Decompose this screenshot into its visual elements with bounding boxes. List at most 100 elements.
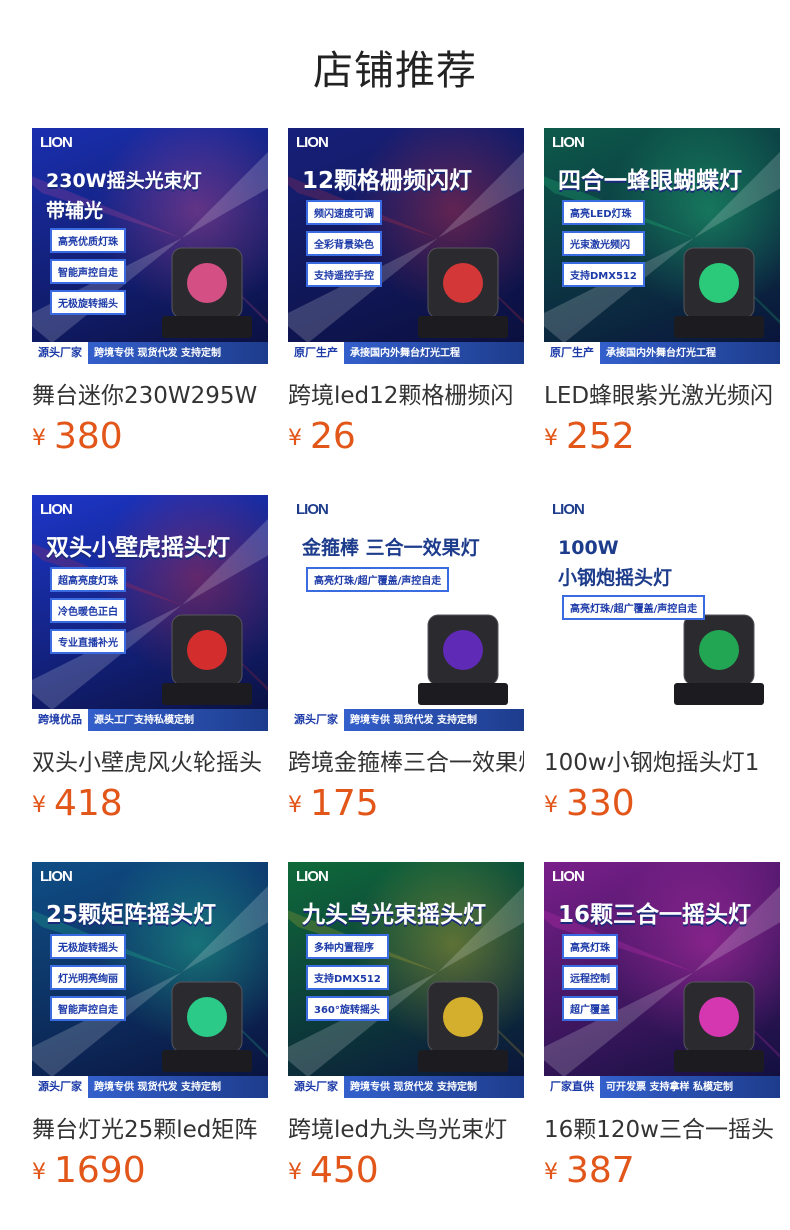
product-card[interactable]: LION 九头鸟光束摇头灯多种内置程序 支持DMX512 360°旋转摇头源头厂家 跨境…	[288, 862, 524, 1191]
footer-lead-badge: 原厂生产	[544, 342, 600, 364]
feature-tag: 无极旋转摇头	[50, 290, 126, 315]
brand-logo: LION	[296, 134, 329, 151]
footer-lead-badge: 厂家直供	[544, 1076, 600, 1098]
product-image[interactable]: LION 双头小壁虎摇头灯 超高亮度灯珠 冷色暖色正白 专业直播补光 跨境优品 源头工厂支持…	[32, 495, 268, 731]
feature-tags: 高亮灯珠/超广覆盖/声控自走	[562, 595, 706, 626]
product-name[interactable]: 跨境led12颗格栅频闪	[288, 376, 524, 410]
currency-symbol: ¥	[288, 793, 302, 818]
feature-tag: 高亮LED灯珠	[562, 200, 645, 225]
banner-line: 带辅光	[46, 200, 104, 222]
product-card[interactable]: LION 100W 小钢炮摇头灯 高亮灯珠/超广覆盖/声控自走 100w小钢炮摇头灯1 ¥…	[544, 495, 780, 824]
feature-tag: 多种内置程序	[306, 934, 389, 959]
product-image[interactable]: LION 12颗格栅频闪灯 频闪速度可调 全彩背景染色 支持遥控手控 原厂生产 承接国内外舞…	[288, 128, 524, 364]
fixture-lens	[699, 263, 739, 303]
image-footer-bar: 源头厂家 跨境专供 现货代发 支持定制	[288, 1076, 524, 1098]
feature-tag: 360°旋转摇头	[306, 996, 389, 1021]
product-card[interactable]: LION 16颗三合一摇头灯 高亮灯珠 远程控制 超广覆盖 厂家直供 可开发票 支持拿样 私…	[544, 862, 780, 1191]
brand-logo: LION	[552, 134, 585, 151]
product-price: ¥450	[288, 1150, 379, 1191]
product-card[interactable]: LION 25颗矩阵摇头灯 无极旋转摇头 灯光明亮绚丽 智能声控自走 源头厂家 跨境专供 现…	[32, 862, 268, 1191]
product-banner: 金箍棒 三合一效果灯	[302, 533, 480, 563]
feature-tag: 智能声控自走	[50, 996, 126, 1021]
banner-line: 16颗三合一摇头灯	[558, 902, 752, 928]
banner-line: 四合一蜂眼蝴蝶灯	[558, 168, 742, 194]
feature-tag: 高亮灯珠	[562, 934, 618, 959]
footer-text: 源头工厂支持私模定制	[94, 715, 194, 726]
product-price: ¥252	[544, 416, 635, 457]
feature-tag: 专业直播补光	[50, 629, 126, 654]
product-card[interactable]: LION 双头小壁虎摇头灯 超高亮度灯珠 冷色暖色正白 专业直播补光 跨境优品 源头工厂支持…	[32, 495, 268, 824]
currency-symbol: ¥	[288, 1160, 302, 1185]
product-price: ¥387	[544, 1150, 635, 1191]
page-title: 店铺推荐	[313, 48, 477, 94]
fixture-lens	[443, 997, 483, 1037]
feature-tags: 高亮灯珠/超广覆盖/声控自走	[306, 567, 450, 598]
currency-symbol: ¥	[288, 426, 302, 451]
fixture-lens	[699, 997, 739, 1037]
brand-logo: LION	[40, 134, 73, 151]
feature-tag: 支持遥控手控	[306, 262, 382, 287]
product-card[interactable]: LION 12颗格栅频闪灯 频闪速度可调 全彩背景染色 支持遥控手控 原厂生产 承接国内外舞…	[288, 128, 524, 457]
product-banner: 四合一蜂眼蝴蝶灯	[558, 166, 742, 196]
product-card[interactable]: LION 金箍棒 三合一效果灯 高亮灯珠/超广覆盖/声控自走 源头厂家 跨境专供 现货代…	[288, 495, 524, 824]
product-name[interactable]: 舞台灯光25颗led矩阵	[32, 1110, 268, 1144]
currency-symbol: ¥	[544, 1160, 558, 1185]
product-image[interactable]: LION 100W 小钢炮摇头灯 高亮灯珠/超广覆盖/声控自走	[544, 495, 780, 731]
product-name[interactable]: 舞台迷你230W295W	[32, 376, 268, 410]
fixture-lens	[187, 997, 227, 1037]
product-name[interactable]: 16颗120w三合一摇头	[544, 1110, 780, 1144]
brand-logo: LION	[296, 501, 329, 518]
currency-symbol: ¥	[32, 793, 46, 818]
feature-tag: 超广覆盖	[562, 996, 618, 1021]
feature-tag: 支持DMX512	[306, 965, 389, 990]
feature-tag: 支持DMX512	[562, 262, 645, 287]
product-card[interactable]: LION 230W摇头光束灯 带辅光 高亮优质灯珠 智能声控自走 无极旋转摇头 源头厂家 跨境…	[32, 128, 268, 457]
product-name[interactable]: 跨境led九头鸟光束灯	[288, 1110, 524, 1144]
feature-tag: 无极旋转摇头	[50, 934, 126, 959]
fixture-base	[162, 1050, 252, 1072]
footer-lead-badge: 源头厂家	[288, 709, 344, 731]
product-name[interactable]: LED蜂眼紫光激光频闪	[544, 376, 780, 410]
fixture-base	[418, 683, 508, 705]
currency-symbol: ¥	[32, 426, 46, 451]
feature-tag: 高亮优质灯珠	[50, 228, 126, 253]
product-image[interactable]: LION 230W摇头光束灯 带辅光 高亮优质灯珠 智能声控自走 无极旋转摇头 源头厂家 跨境…	[32, 128, 268, 364]
currency-symbol: ¥	[544, 793, 558, 818]
banner-line: 230W摇头光束灯	[46, 170, 202, 192]
image-footer-bar: 源头厂家 跨境专供 现货代发 支持定制	[32, 342, 268, 364]
product-image[interactable]: LION 四合一蜂眼蝴蝶灯 高亮LED灯珠 光束激光频闪 支持DMX512 原厂生产 承接国…	[544, 128, 780, 364]
product-name[interactable]: 双头小壁虎风火轮摇头	[32, 743, 268, 777]
footer-text: 跨境专供 现货代发 支持定制	[94, 348, 221, 359]
brand-logo: LION	[296, 868, 329, 885]
fixture-base	[162, 316, 252, 338]
fixture-lens	[187, 263, 227, 303]
price-value: 175	[310, 783, 379, 824]
brand-logo: LION	[40, 868, 73, 885]
fixture-lens	[443, 630, 483, 670]
product-banner: 九头鸟光束摇头灯	[302, 900, 486, 930]
product-image[interactable]: LION 16颗三合一摇头灯 高亮灯珠 远程控制 超广覆盖 厂家直供 可开发票 支持拿样 私…	[544, 862, 780, 1098]
fixture-base	[674, 1050, 764, 1072]
banner-line: 25颗矩阵摇头灯	[46, 902, 217, 928]
feature-tags: 高亮灯珠 远程控制 超广覆盖	[562, 934, 618, 1027]
product-banner: 双头小壁虎摇头灯	[46, 533, 230, 563]
fixture-lens	[699, 630, 739, 670]
footer-lead-badge: 跨境优品	[32, 709, 88, 731]
image-footer-bar: 跨境优品 源头工厂支持私模定制	[32, 709, 268, 731]
footer-text: 承接国内外舞台灯光工程	[350, 348, 460, 359]
price-value: 252	[566, 416, 635, 457]
product-image[interactable]: LION 金箍棒 三合一效果灯 高亮灯珠/超广覆盖/声控自走 源头厂家 跨境专供 现货代…	[288, 495, 524, 731]
feature-tags: 无极旋转摇头 灯光明亮绚丽 智能声控自走	[50, 934, 126, 1027]
product-name[interactable]: 跨境金箍棒三合一效果灯	[288, 743, 524, 777]
price-value: 330	[566, 783, 635, 824]
product-image[interactable]: LION 25颗矩阵摇头灯 无极旋转摇头 灯光明亮绚丽 智能声控自走 源头厂家 跨境专供 现…	[32, 862, 268, 1098]
product-name[interactable]: 100w小钢炮摇头灯1	[544, 743, 780, 777]
product-price: ¥1690	[32, 1150, 146, 1191]
product-price: ¥380	[32, 416, 123, 457]
product-card[interactable]: LION 四合一蜂眼蝴蝶灯 高亮LED灯珠 光束激光频闪 支持DMX512 原厂生产 承接国…	[544, 128, 780, 457]
product-image[interactable]: LION 九头鸟光束摇头灯多种内置程序 支持DMX512 360°旋转摇头源头厂家 跨境…	[288, 862, 524, 1098]
footer-text: 可开发票 支持拿样 私模定制	[606, 1082, 733, 1093]
price-value: 1690	[54, 1150, 146, 1191]
footer-text: 承接国内外舞台灯光工程	[606, 348, 716, 359]
feature-tag: 超高亮度灯珠	[50, 567, 126, 592]
